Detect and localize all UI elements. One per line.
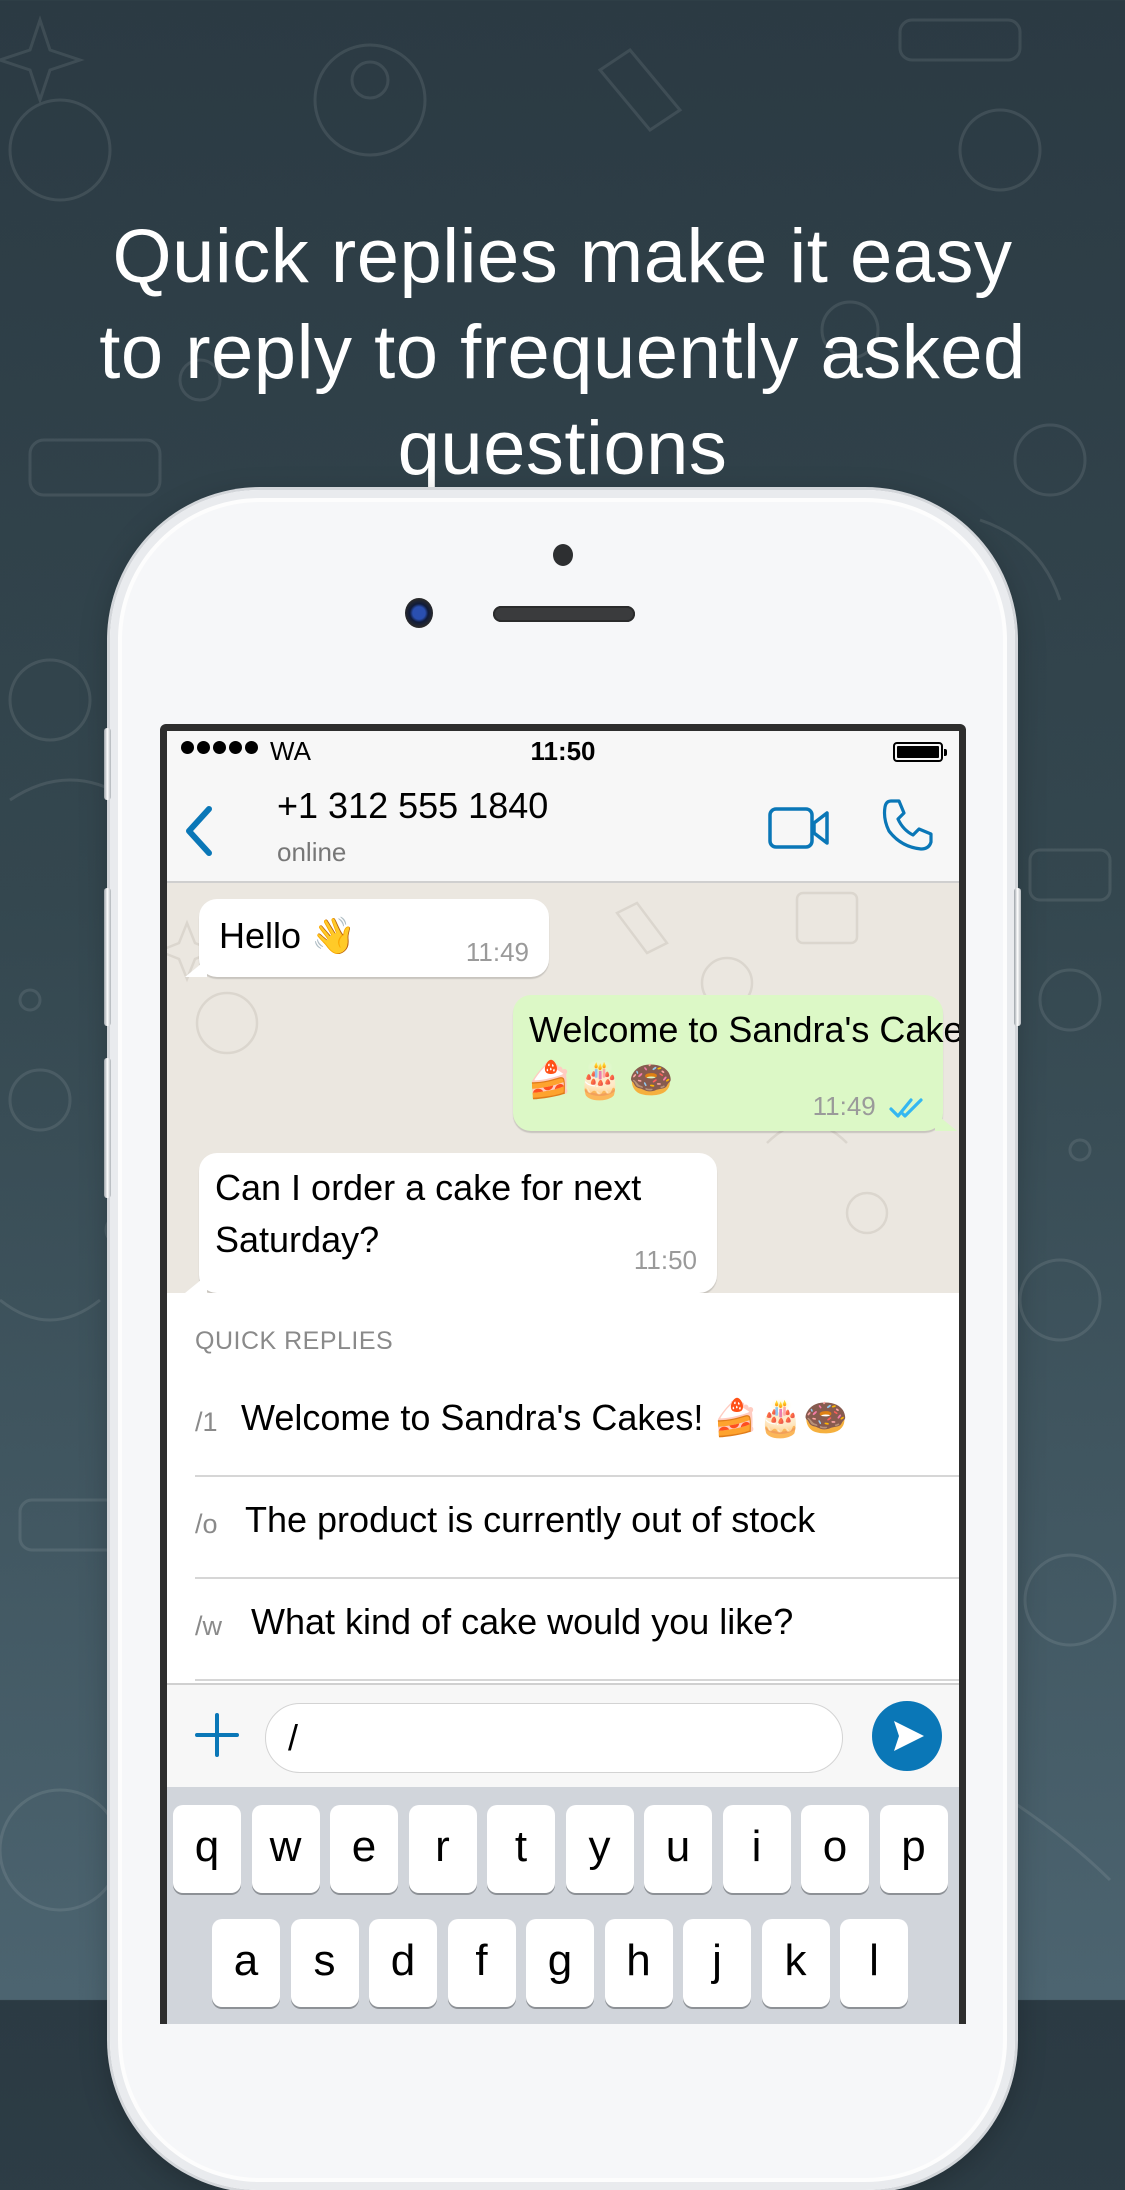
mute-switch	[104, 728, 111, 800]
back-button[interactable]	[179, 801, 219, 861]
quick-reply-item[interactable]: /1 Welcome to Sandra's Cakes! 🍰🎂🍩	[195, 1375, 959, 1477]
keyboard: qwertyuiop asdfghjkl	[167, 1787, 959, 2024]
chevron-left-icon	[186, 806, 212, 856]
volume-down-button	[104, 1058, 111, 1198]
phone-screen: WA 11:50 +1 312 555 1840 online Hello 👋 …	[160, 724, 966, 2024]
message-outgoing[interactable]: Welcome to Sandra's Cakes! 🍰🎂🍩 11:49	[513, 995, 959, 1131]
key-s[interactable]: s	[290, 1919, 359, 2007]
key-f[interactable]: f	[447, 1919, 516, 2007]
plus-icon	[195, 1713, 239, 1757]
battery-icon	[893, 742, 947, 762]
quick-reply-shortcut: /o	[195, 1509, 218, 1539]
key-h[interactable]: h	[604, 1919, 673, 2007]
message-time-status: 11:49	[813, 1091, 925, 1121]
key-t[interactable]: t	[487, 1805, 555, 1893]
contact-status: online	[277, 837, 347, 867]
attach-button[interactable]	[195, 1713, 239, 1757]
message-composer	[167, 1683, 959, 1789]
volume-up-button	[104, 888, 111, 1026]
power-button	[1014, 888, 1021, 1026]
message-incoming[interactable]: Can I order a cake for next Saturday? 11…	[185, 1153, 717, 1293]
quick-reply-item[interactable]: /o The product is currently out of stock	[195, 1477, 959, 1579]
chat-messages[interactable]: Hello 👋 11:49 Welcome to Sandra's Cakes!…	[167, 883, 959, 1293]
video-camera-icon	[768, 807, 829, 849]
key-l[interactable]: l	[840, 1919, 908, 2007]
key-e[interactable]: e	[330, 1805, 398, 1893]
message-emoji: 🍰🎂🍩	[527, 1059, 680, 1100]
earpiece-speaker	[493, 606, 635, 622]
key-g[interactable]: g	[526, 1919, 594, 2007]
quick-reply-text: The product is currently out of stock	[245, 1499, 816, 1540]
quick-reply-text: Welcome to Sandra's Cakes! 🍰🎂🍩	[241, 1397, 848, 1438]
headline: Quick replies make it easy to reply to f…	[0, 209, 1125, 497]
key-k[interactable]: k	[761, 1919, 830, 2007]
double-check-read-icon	[889, 1098, 923, 1118]
key-p[interactable]: p	[879, 1805, 948, 1893]
quick-reply-shortcut: /w	[195, 1611, 222, 1641]
headline-line-1: Quick replies make it easy	[112, 213, 1013, 299]
send-icon	[894, 1721, 924, 1751]
message-text-line-2: Saturday?	[215, 1219, 380, 1260]
key-u[interactable]: u	[644, 1805, 712, 1893]
voice-call-button[interactable]	[879, 797, 935, 853]
quick-replies-header: QUICK REPLIES	[195, 1327, 394, 1355]
video-call-button[interactable]	[767, 803, 833, 853]
message-time: 11:49	[465, 937, 529, 967]
send-button[interactable]	[872, 1701, 942, 1771]
quick-reply-text: What kind of cake would you like?	[251, 1601, 794, 1642]
quick-reply-item[interactable]: /w What kind of cake would you like?	[195, 1579, 959, 1681]
message-text: Hello 👋	[219, 915, 356, 956]
key-j[interactable]: j	[683, 1919, 751, 2007]
key-d[interactable]: d	[369, 1919, 437, 2007]
message-incoming[interactable]: Hello 👋 11:49	[185, 899, 549, 977]
message-text: Can I order a cake for next	[215, 1167, 642, 1208]
proximity-sensor	[553, 544, 573, 566]
quick-replies-panel: QUICK REPLIES /1 Welcome to Sandra's Cak…	[167, 1293, 959, 1683]
key-r[interactable]: r	[408, 1805, 477, 1893]
key-y[interactable]: y	[565, 1805, 634, 1893]
key-w[interactable]: w	[251, 1805, 320, 1893]
key-o[interactable]: o	[801, 1805, 869, 1893]
headline-line-3: questions	[397, 405, 728, 491]
message-time: 11:49	[812, 1091, 876, 1121]
key-a[interactable]: a	[212, 1919, 280, 2007]
message-time: 11:50	[633, 1245, 697, 1275]
status-bar: WA 11:50	[167, 731, 959, 771]
quick-reply-shortcut: /1	[195, 1407, 218, 1437]
message-text: Welcome to Sandra's Cakes!	[529, 1009, 959, 1050]
contact-name[interactable]: +1 312 555 1840	[277, 785, 548, 827]
key-q[interactable]: q	[173, 1805, 241, 1893]
key-i[interactable]: i	[722, 1805, 791, 1893]
message-input[interactable]	[265, 1703, 843, 1773]
chat-header: +1 312 555 1840 online	[167, 771, 959, 883]
status-time: 11:50	[530, 736, 596, 766]
front-camera-icon	[405, 598, 433, 628]
headline-line-2: to reply to frequently asked	[99, 309, 1026, 395]
phone-icon	[882, 799, 933, 851]
